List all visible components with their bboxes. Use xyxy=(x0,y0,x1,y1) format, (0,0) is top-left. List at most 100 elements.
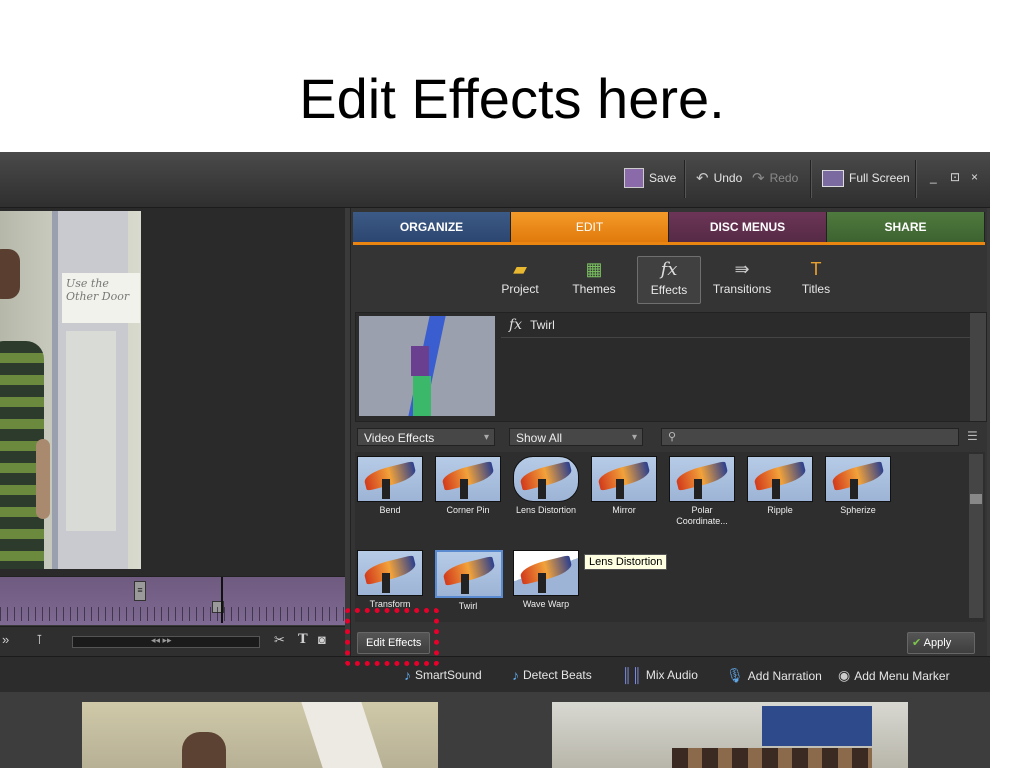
transport-controls: » ⊺ ◂◂ ▸▸ ✂ T ◙ xyxy=(0,626,345,657)
effect-item[interactable]: Ripple xyxy=(747,456,813,516)
effect-label: Bend xyxy=(379,505,401,515)
effects-search-input[interactable]: ⚲ xyxy=(661,428,959,446)
transitions-button[interactable]: ⇛ Transitions xyxy=(709,256,775,302)
chevron-down-icon: ▾ xyxy=(631,432,637,443)
show-filter-dropdown[interactable]: Show All ▾ xyxy=(509,428,643,446)
timeline-clips xyxy=(0,692,990,768)
list-view-icon[interactable]: ☰ xyxy=(967,429,978,443)
titles-label: Titles xyxy=(801,282,831,296)
fx-icon: fx xyxy=(509,317,523,333)
effect-item[interactable]: Mirror xyxy=(591,456,657,516)
effects-category-dropdown[interactable]: Video Effects ▾ xyxy=(357,428,495,446)
tab-disc-menus[interactable]: DISC MENUS xyxy=(669,212,827,242)
save-icon xyxy=(624,168,644,188)
redo-button[interactable]: ↷ Redo xyxy=(752,166,798,190)
effect-label: Corner Pin xyxy=(446,505,490,515)
smartsound-button[interactable]: ♪ SmartSound xyxy=(404,667,482,683)
close-icon[interactable]: × xyxy=(971,170,978,184)
video-clip[interactable] xyxy=(82,702,438,768)
edit-tools: ▰ Project ▦ Themes fx Effects ⇛ Transiti… xyxy=(351,250,987,306)
effect-label: Twirl xyxy=(458,601,478,611)
redo-icon: ↷ xyxy=(752,170,765,187)
add-menu-marker-label: Add Menu Marker xyxy=(854,668,950,683)
effect-thumbnail xyxy=(669,456,735,502)
project-button[interactable]: ▰ Project xyxy=(489,256,551,302)
themes-icon: ▦ xyxy=(585,259,603,279)
effects-category-value: Video Effects xyxy=(364,431,435,445)
undo-label: Undo xyxy=(713,171,743,185)
tab-bar: ORGANIZE EDIT DISC MENUS SHARE xyxy=(353,212,985,244)
camera-icon[interactable]: ◙ xyxy=(318,632,326,647)
music-note-icon: ♪ xyxy=(404,667,411,683)
marker-icon[interactable]: ≡ xyxy=(134,581,146,601)
effect-thumbnail xyxy=(825,456,891,502)
save-label: Save xyxy=(649,171,677,185)
effect-item-selected[interactable]: Twirl xyxy=(435,550,503,612)
tab-edit[interactable]: EDIT xyxy=(511,212,669,242)
shuttle-scrubber[interactable]: ◂◂ ▸▸ xyxy=(72,635,260,648)
themes-label: Themes xyxy=(572,282,616,296)
effect-preview: fx Twirl xyxy=(355,312,987,422)
fast-forward-icon[interactable]: » xyxy=(2,632,9,647)
timeline-ruler xyxy=(0,607,345,621)
toolbar-divider xyxy=(915,160,917,198)
restore-icon[interactable]: ⊡ xyxy=(950,170,960,184)
add-narration-button[interactable]: 🎙 Add Narration xyxy=(726,667,822,684)
effect-label: Lens Distortion xyxy=(515,505,577,515)
redo-label: Redo xyxy=(769,171,799,185)
effect-item[interactable]: Lens Distortion xyxy=(513,456,579,516)
apply-label: Apply xyxy=(923,637,952,649)
effects-fx-icon: fx xyxy=(660,259,678,280)
effects-grid: Bend Corner Pin Lens Distortion Mirror P… xyxy=(355,452,985,622)
effect-preview-thumbnail xyxy=(359,316,495,416)
preview-scrollbar[interactable] xyxy=(970,313,986,421)
audio-wave-icon: ║║ xyxy=(622,667,642,683)
themes-button[interactable]: ▦ Themes xyxy=(563,256,625,302)
transitions-icon: ⇛ xyxy=(734,259,750,279)
top-toolbar: Save ↶ Undo ↷ Redo Full Screen _ ⊡ × xyxy=(0,152,990,208)
titles-button[interactable]: T Titles xyxy=(785,256,847,302)
door-sign: Use the Other Door xyxy=(62,273,140,323)
effect-item[interactable]: Spherize xyxy=(825,456,891,516)
toolbar-divider xyxy=(810,160,812,198)
video-clip[interactable] xyxy=(552,702,908,768)
effect-item[interactable]: Polar Coordinate... xyxy=(669,456,735,527)
show-filter-value: Show All xyxy=(516,431,563,445)
effects-button[interactable]: fx Effects xyxy=(637,256,701,304)
minimize-icon[interactable]: _ xyxy=(930,170,937,184)
effect-item[interactable]: Wave Warp xyxy=(513,550,579,610)
add-menu-marker-button[interactable]: ◉ Add Menu Marker xyxy=(838,667,950,684)
effects-action-row: Edit Effects ✔ Apply xyxy=(351,626,987,656)
full-screen-button[interactable]: Full Screen xyxy=(822,166,910,190)
tab-organize[interactable]: ORGANIZE xyxy=(353,212,511,242)
apply-button[interactable]: ✔ Apply xyxy=(907,632,975,654)
text-icon[interactable]: T xyxy=(298,632,308,647)
mix-audio-button[interactable]: ║║ Mix Audio xyxy=(622,667,698,683)
effect-item[interactable]: Transform xyxy=(357,550,423,610)
effects-scrollbar[interactable] xyxy=(969,454,983,618)
chevron-down-icon: ▾ xyxy=(483,432,489,443)
project-label: Project xyxy=(501,282,539,296)
full-screen-label: Full Screen xyxy=(849,171,910,185)
save-button[interactable]: Save xyxy=(624,166,676,190)
split-icon[interactable]: ⊺ xyxy=(36,632,43,648)
effect-label: Mirror xyxy=(612,505,636,515)
monitor-icon xyxy=(822,169,844,187)
add-narration-label: Add Narration xyxy=(747,668,822,683)
effect-thumbnail xyxy=(357,550,423,596)
monitor-timeline[interactable]: ≡ xyxy=(0,576,345,625)
detect-beats-button[interactable]: ♪ Detect Beats xyxy=(512,667,592,683)
detect-beats-label: Detect Beats xyxy=(523,668,592,682)
tab-share[interactable]: SHARE xyxy=(827,212,985,242)
effect-item[interactable]: Bend xyxy=(357,456,423,516)
effects-label: Effects xyxy=(650,283,688,297)
checkmark-icon: ✔ xyxy=(912,637,922,649)
effect-item[interactable]: Corner Pin xyxy=(435,456,501,516)
effect-label: Wave Warp xyxy=(522,599,570,609)
effect-thumbnail xyxy=(513,550,579,596)
project-icon: ▰ xyxy=(513,259,527,279)
scissors-icon[interactable]: ✂ xyxy=(274,632,285,648)
titles-icon: T xyxy=(810,259,822,279)
undo-button[interactable]: ↶ Undo xyxy=(696,166,742,190)
undo-icon: ↶ xyxy=(696,170,709,187)
